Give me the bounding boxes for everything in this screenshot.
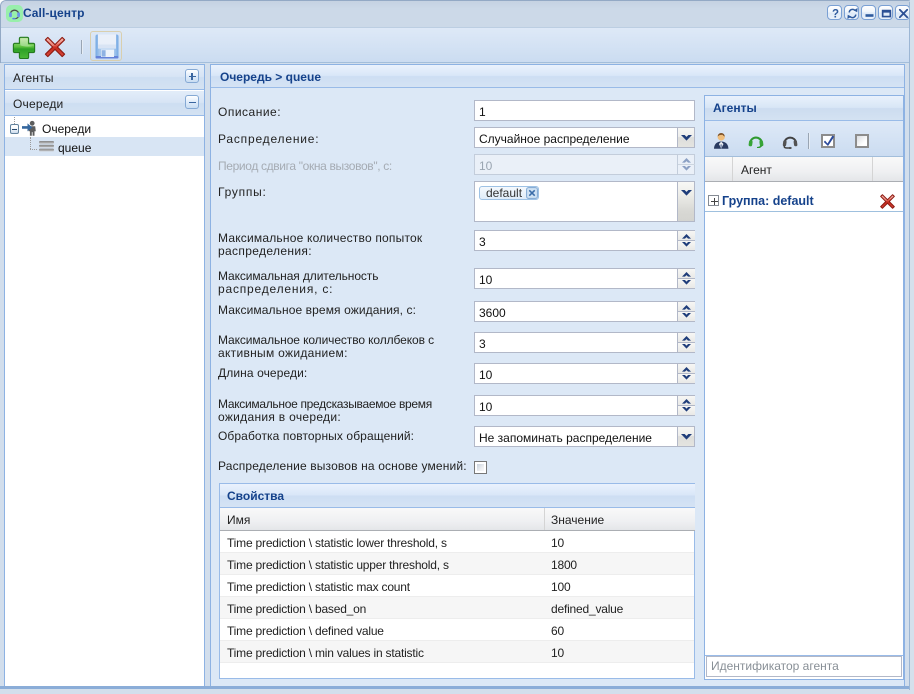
- svg-text:?: ?: [832, 9, 839, 21]
